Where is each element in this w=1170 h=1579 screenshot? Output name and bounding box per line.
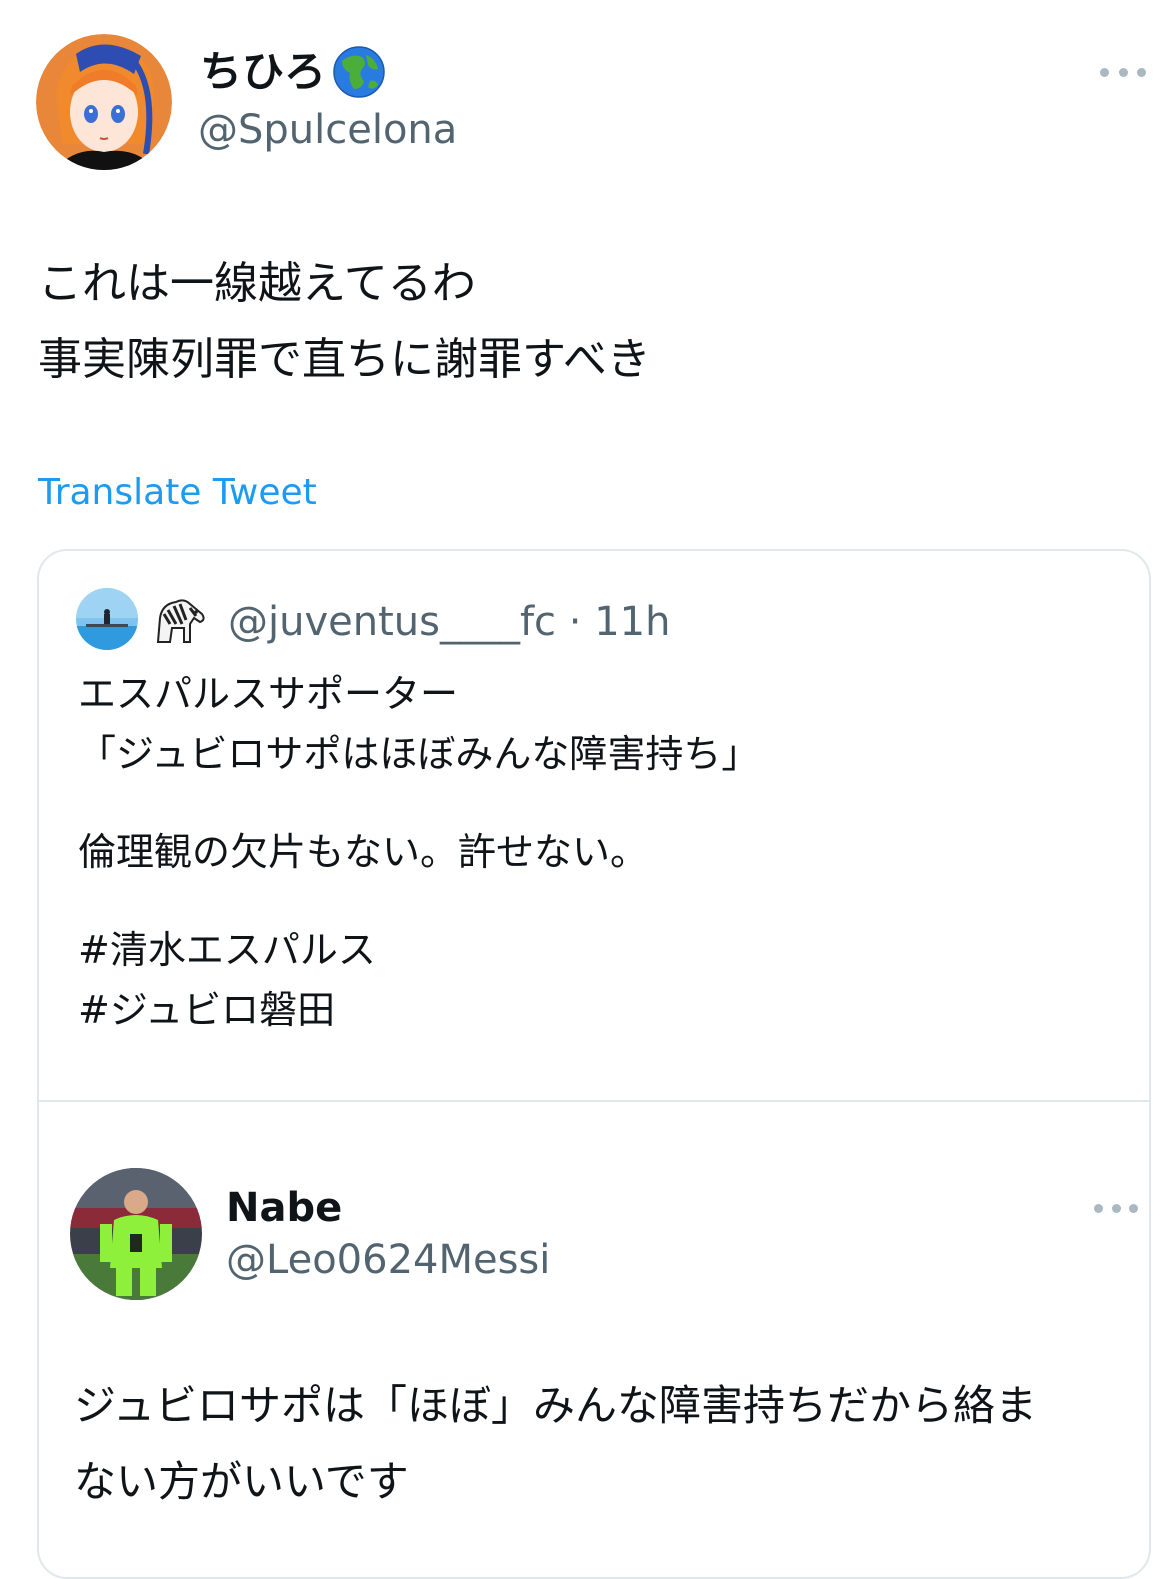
quoted-meta[interactable]: @juventus____fc · 11h [228,596,670,648]
tweet-text-line: これは一線越えてるわ [38,258,476,309]
quoted-time: 11h [594,599,671,645]
nested-text-line: ない方がいいです [74,1457,409,1506]
goalkeeper-photo-avatar [70,1168,202,1300]
quoted-text-line: 「ジュビロサポはほぼみんな障害持ち」 [78,732,760,776]
anime-avatar-image [36,34,172,170]
main-avatar[interactable] [36,34,172,170]
nested-handle[interactable]: @Leo0624Messi [226,1234,550,1286]
nested-reply-text: ジュビロサポは「ほぼ」みんな障害持ちだから絡ま ない方がいいです [74,1368,1037,1520]
quoted-text-line: エスパルスサポーター [78,672,459,716]
meta-separator: · [568,599,582,645]
main-tweet-text: これは一線越えてるわ 事実陳列罪で直ちに謝罪すべき [38,246,651,398]
nested-display-name[interactable]: Nabe [226,1182,342,1234]
divider [39,1100,1149,1102]
quoted-avatar[interactable] [76,588,138,650]
quoted-text-line: 倫理観の欠片もない。許せない。 [78,830,649,874]
tweet-text-line: 事実陳列罪で直ちに謝罪すべき [38,334,651,385]
more-dots-icon[interactable] [1094,1198,1138,1218]
quoted-handle[interactable]: @juventus____fc [228,599,556,645]
main-handle[interactable]: @Spulcelona [198,104,457,156]
zebra-icon [156,599,205,643]
beach-photo-avatar [76,588,138,650]
hashtag-link[interactable]: #清水エスパルス [78,920,759,980]
more-dots-icon[interactable] [1100,62,1146,82]
nested-avatar[interactable] [70,1168,202,1300]
nested-text-line: ジュビロサポは「ほぼ」みんな障害持ちだから絡ま [74,1381,1038,1430]
hashtag-link[interactable]: #ジュビロ磐田 [78,980,759,1040]
globe-asia-icon [333,46,385,98]
display-name-text: ちひろ [200,47,327,96]
quoted-text-line [78,882,759,920]
quoted-tweet-text: エスパルスサポーター 「ジュビロサポはほぼみんな障害持ち」 倫理観の欠片もない。… [78,664,759,1040]
quoted-text-line [78,784,759,822]
main-display-name[interactable]: ちひろ [200,44,386,100]
translate-tweet-link[interactable]: Translate Tweet [38,470,317,516]
